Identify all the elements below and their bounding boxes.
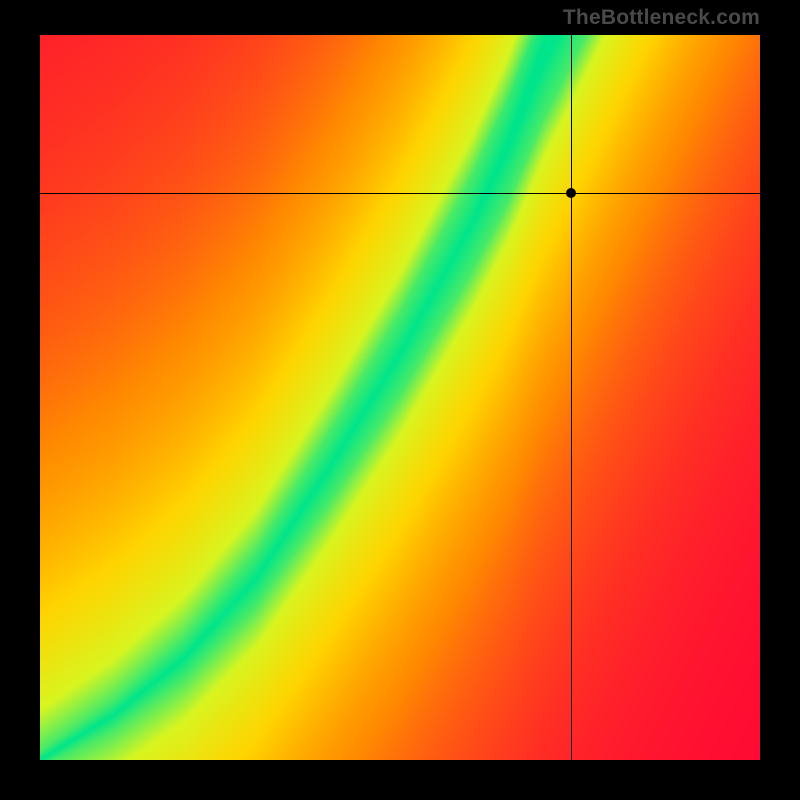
crosshair-marker-dot bbox=[566, 188, 576, 198]
crosshair-vertical bbox=[571, 35, 572, 760]
heatmap-plot bbox=[40, 35, 760, 760]
chart-frame: TheBottleneck.com bbox=[0, 0, 800, 800]
crosshair-horizontal bbox=[40, 193, 760, 194]
watermark-text: TheBottleneck.com bbox=[563, 6, 760, 30]
heatmap-canvas bbox=[40, 35, 760, 760]
